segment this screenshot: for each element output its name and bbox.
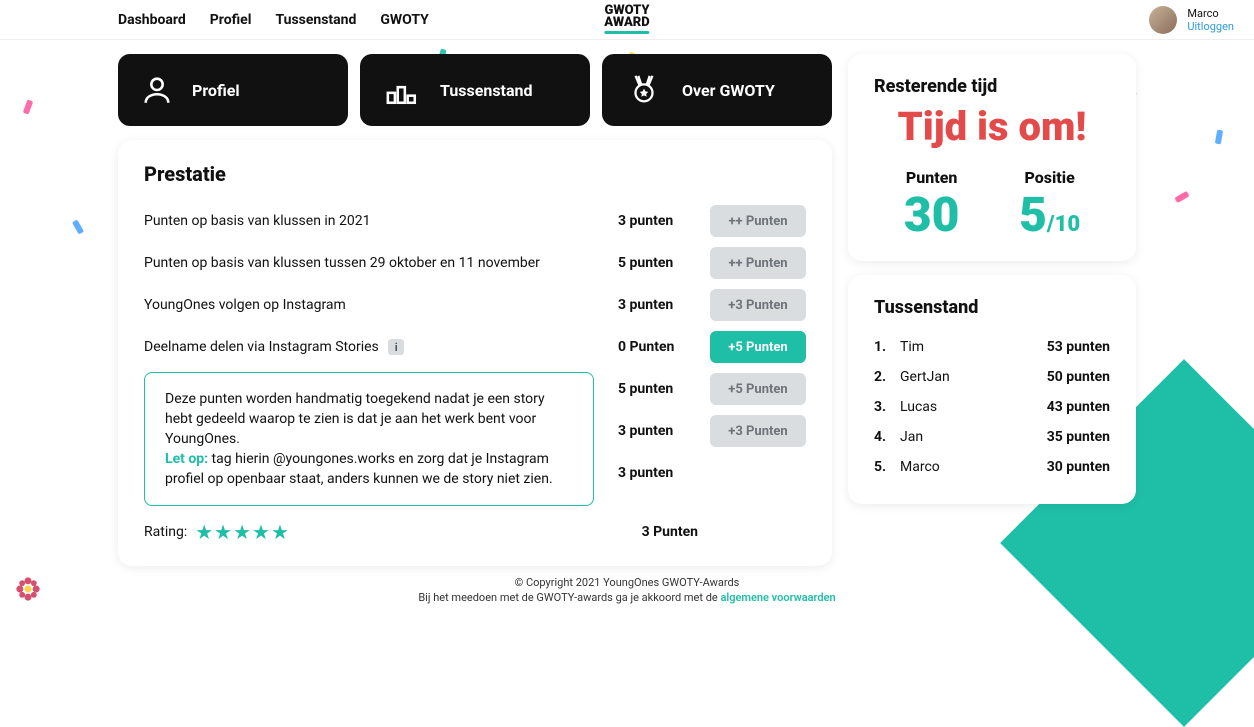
logo-underline [604,31,649,34]
leaderboard-row: 4. Jan 35 punten [874,422,1110,452]
positie-value: 5 [1019,186,1047,243]
row-label: Punten op basis van klussen in 2021 [144,213,606,229]
punten-value: 30 [904,191,960,239]
nav-tussenstand[interactable]: Tussenstand [275,12,356,28]
row-points: 5 punten [618,381,698,397]
header: Dashboard Profiel Tussenstand GWOTY GWOT… [0,0,1254,40]
positie-label: Positie [1019,168,1080,187]
player-name: Jan [900,429,1047,445]
row-label: Punten op basis van klussen tussen 29 ok… [144,255,606,271]
nav-gwoty[interactable]: GWOTY [380,12,428,28]
rank: 5. [874,459,900,475]
leaderboard-row: 1. Tim 53 punten [874,332,1110,362]
player-name: GertJan [900,369,1047,385]
add-points-button[interactable]: +5 Punten [710,373,806,405]
add-points-button[interactable]: ++ Punten [710,247,806,279]
leaderboard-title: Tussenstand [874,297,1110,318]
prestatie-row: 3 punten +3 Punten [606,410,806,452]
prestatie-row: 5 punten +5 Punten [606,368,806,410]
add-points-button[interactable]: +3 Punten [710,289,806,321]
logo[interactable]: GWOTY AWARD [604,5,649,34]
nav-profiel[interactable]: Profiel [210,12,252,28]
player-points: 50 punten [1047,369,1110,385]
footer-text: Bij het meedoen met de GWOTY-awards ga j… [418,591,720,604]
player-points: 30 punten [1047,459,1110,475]
info-icon[interactable]: i [388,339,404,355]
player-points: 53 punten [1047,339,1110,355]
row-label: YoungOnes volgen op Instagram [144,297,606,313]
rating-points: 3 Punten [642,524,698,540]
row-points: 3 punten [618,465,698,481]
row-points: 0 Punten [618,339,698,355]
player-name: Tim [900,339,1047,355]
rank: 2. [874,369,900,385]
row-points: 5 punten [618,255,698,271]
info-tooltip: Deze punten worden handmatig toegekend n… [144,372,594,506]
prestatie-row: YoungOnes volgen op Instagram 3 punten +… [144,284,806,326]
prestatie-row: Punten op basis van klussen tussen 29 ok… [144,242,806,284]
player-name: Lucas [900,399,1047,415]
add-points-button[interactable]: ++ Punten [710,205,806,237]
user-name: Marco [1187,7,1234,20]
main-nav: Dashboard Profiel Tussenstand GWOTY [118,12,429,28]
prestatie-row: 3 punten [606,452,806,494]
medal-icon [624,73,664,107]
tab-over-gwoty[interactable]: Over GWOTY [602,54,832,126]
time-big: Tijd is om! [874,103,1110,150]
rank: 1. [874,339,900,355]
rating-row: Rating: ★★★★★ 3 Punten [144,520,806,544]
tab-label: Tussenstand [440,81,533,100]
tab-label: Profiel [192,81,240,100]
punten-label: Punten [904,168,960,187]
rank: 3. [874,399,900,415]
user-icon [140,73,174,107]
podium-icon [382,73,422,107]
logout-link[interactable]: Uitloggen [1187,20,1234,33]
tab-label: Over GWOTY [682,81,775,100]
player-points: 35 punten [1047,429,1110,445]
rating-stars: ★★★★★ [195,520,290,544]
terms-link[interactable]: algemene voorwaarden [720,591,835,604]
avatar[interactable] [1149,6,1177,34]
prestatie-card: Prestatie Punten op basis van klussen in… [118,140,832,566]
player-points: 43 punten [1047,399,1110,415]
footer: © Copyright 2021 YoungOnes GWOTY-Awards … [0,575,1254,605]
tab-tussenstand[interactable]: Tussenstand [360,54,590,126]
player-name: Marco [900,459,1047,475]
row-points: 3 punten [618,423,698,439]
row-points: 3 punten [618,213,698,229]
header-user: Marco Uitloggen [1149,6,1234,34]
prestatie-row: Deelname delen via Instagram Stories i 0… [144,326,806,368]
tab-profiel[interactable]: Profiel [118,54,348,126]
leaderboard-row: 2. GertJan 50 punten [874,362,1110,392]
row-label: Deelname delen via Instagram Stories i [144,339,606,356]
leaderboard-row: 3. Lucas 43 punten [874,392,1110,422]
footer-copyright: © Copyright 2021 YoungOnes GWOTY-Awards [0,575,1254,590]
prestatie-title: Prestatie [144,162,806,186]
leaderboard-card: Tussenstand 1. Tim 53 punten 2. GertJan … [848,275,1136,504]
time-title: Resterende tijd [874,76,1110,97]
rank: 4. [874,429,900,445]
row-points: 3 punten [618,297,698,313]
positie-denom: /10 [1047,212,1080,237]
leaderboard-row: 5. Marco 30 punten [874,452,1110,482]
add-points-button[interactable]: +3 Punten [710,415,806,447]
flower-icon[interactable] [14,575,42,603]
prestatie-row: Punten op basis van klussen in 2021 3 pu… [144,200,806,242]
section-tabs: Profiel Tussenstand Over GWOTY [118,54,832,126]
logo-line2: AWARD [604,17,649,29]
nav-dashboard[interactable]: Dashboard [118,12,186,28]
rating-label: Rating: [144,524,187,540]
time-card: Resterende tijd Tijd is om! Punten 30 Po… [848,54,1136,261]
add-points-button[interactable]: +5 Punten [710,331,806,363]
